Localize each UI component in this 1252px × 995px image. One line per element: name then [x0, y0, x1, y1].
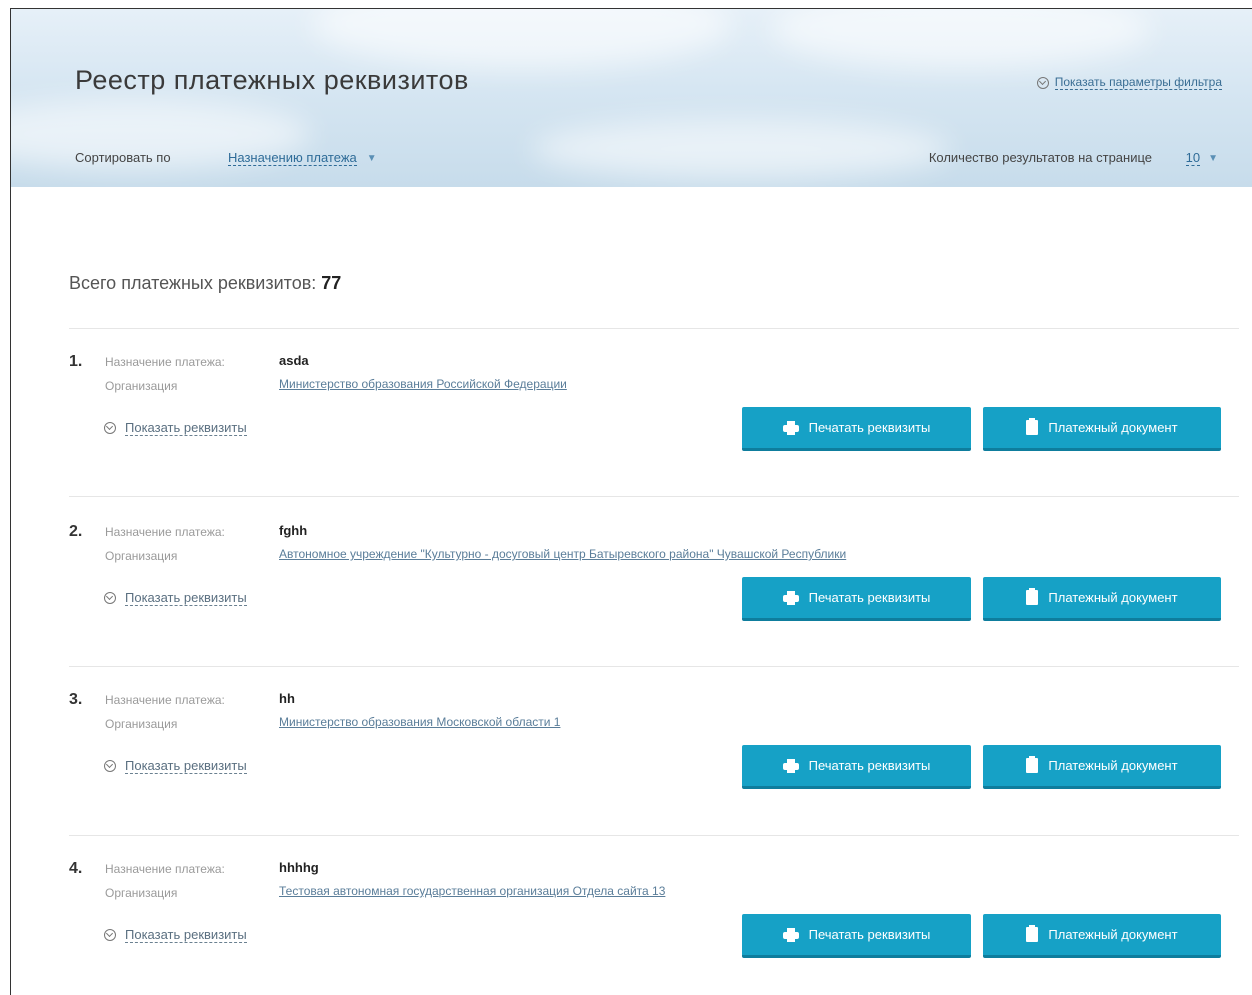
- purpose-label: Назначение платежа:: [105, 693, 225, 707]
- show-requisites-label: Показать реквизиты: [125, 927, 247, 943]
- show-requisites-toggle[interactable]: Показать реквизиты: [104, 927, 247, 943]
- page-frame: Реестр платежных реквизитов Показать пар…: [10, 8, 1252, 995]
- payment-document-button[interactable]: Платежный документ: [983, 407, 1221, 451]
- printer-icon: [782, 927, 799, 942]
- sort-label: Сортировать по: [75, 150, 171, 165]
- purpose-label: Назначение платежа:: [105, 862, 225, 876]
- sort-select[interactable]: Назначению платежа ▼: [228, 150, 377, 166]
- show-filter-label: Показать параметры фильтра: [1054, 75, 1222, 90]
- payment-document-button[interactable]: Платежный документ: [983, 577, 1221, 621]
- show-requisites-label: Показать реквизиты: [125, 590, 247, 606]
- payment-document-label: Платежный документ: [1048, 927, 1178, 942]
- payment-document-button[interactable]: Платежный документ: [983, 914, 1221, 958]
- list-item: 2. Назначение платежа: fghh Организация …: [11, 523, 1251, 683]
- organization-link[interactable]: Автономное учреждение "Культурно - досуг…: [279, 547, 846, 561]
- per-page-select[interactable]: 10 ▼: [1185, 150, 1218, 166]
- printer-icon: [782, 420, 799, 435]
- chevron-circle-icon: [104, 422, 116, 434]
- print-requisites-button[interactable]: Печатать реквизиты: [742, 407, 971, 451]
- payment-document-label: Платежный документ: [1048, 590, 1178, 605]
- show-requisites-label: Показать реквизиты: [125, 758, 247, 774]
- payment-document-label: Платежный документ: [1048, 758, 1178, 773]
- divider: [69, 496, 1239, 497]
- purpose-value: hhhhg: [279, 860, 319, 875]
- show-requisites-toggle[interactable]: Показать реквизиты: [104, 420, 247, 436]
- purpose-value: fghh: [279, 523, 308, 538]
- print-requisites-button[interactable]: Печатать реквизиты: [742, 745, 971, 789]
- print-requisites-label: Печатать реквизиты: [808, 927, 931, 942]
- header-banner: Реестр платежных реквизитов Показать пар…: [11, 9, 1252, 187]
- organization-link[interactable]: Министерство образования Российской Феде…: [279, 377, 567, 391]
- divider: [69, 666, 1239, 667]
- per-page-label: Количество результатов на странице: [928, 150, 1152, 165]
- payment-document-label: Платежный документ: [1048, 420, 1178, 435]
- item-number: 3.: [69, 691, 83, 708]
- print-requisites-label: Печатать реквизиты: [808, 758, 931, 773]
- total-value: 77: [321, 273, 342, 293]
- organization-link[interactable]: Тестовая автономная государственная орга…: [279, 884, 665, 898]
- purpose-value: asda: [279, 353, 309, 368]
- page-title: Реестр платежных реквизитов: [75, 65, 469, 95]
- divider: [69, 835, 1239, 836]
- list-item: 1. Назначение платежа: asda Организация …: [11, 353, 1251, 513]
- print-requisites-label: Печатать реквизиты: [808, 590, 931, 605]
- caret-down-icon: ▼: [366, 152, 377, 164]
- print-requisites-label: Печатать реквизиты: [808, 420, 931, 435]
- payment-document-button[interactable]: Платежный документ: [983, 745, 1221, 789]
- total-count: Всего платежных реквизитов: 77: [69, 273, 341, 294]
- show-requisites-label: Показать реквизиты: [125, 420, 247, 436]
- chevron-circle-icon: [1036, 76, 1049, 89]
- printer-icon: [782, 758, 799, 773]
- chevron-circle-icon: [104, 592, 116, 604]
- caret-down-icon: ▼: [1208, 152, 1218, 164]
- clipboard-icon: [1026, 925, 1039, 942]
- divider: [69, 328, 1239, 329]
- printer-icon: [782, 590, 799, 605]
- item-number: 2.: [69, 523, 83, 540]
- item-number: 4.: [69, 860, 83, 877]
- organization-label: Организация: [105, 549, 178, 563]
- clipboard-icon: [1026, 418, 1039, 435]
- list-item: 3. Назначение платежа: hh Организация Ми…: [11, 691, 1251, 851]
- show-filter-toggle[interactable]: Показать параметры фильтра: [1036, 75, 1222, 90]
- show-requisites-toggle[interactable]: Показать реквизиты: [104, 590, 247, 606]
- purpose-label: Назначение платежа:: [105, 355, 225, 369]
- organization-label: Организация: [105, 379, 178, 393]
- organization-link[interactable]: Министерство образования Московской обла…: [279, 715, 560, 729]
- clipboard-icon: [1026, 588, 1039, 605]
- show-requisites-toggle[interactable]: Показать реквизиты: [104, 758, 247, 774]
- item-number: 1.: [69, 353, 83, 370]
- sort-value: Назначению платежа: [228, 150, 357, 166]
- chevron-circle-icon: [104, 929, 116, 941]
- print-requisites-button[interactable]: Печатать реквизиты: [742, 577, 971, 621]
- organization-label: Организация: [105, 717, 178, 731]
- chevron-circle-icon: [104, 760, 116, 772]
- print-requisites-button[interactable]: Печатать реквизиты: [742, 914, 971, 958]
- clipboard-icon: [1026, 756, 1039, 773]
- organization-label: Организация: [105, 886, 178, 900]
- list-item: 4. Назначение платежа: hhhhg Организация…: [11, 860, 1251, 990]
- per-page-value: 10: [1185, 150, 1201, 166]
- purpose-value: hh: [279, 691, 295, 706]
- purpose-label: Назначение платежа:: [105, 525, 225, 539]
- total-label: Всего платежных реквизитов:: [69, 273, 317, 293]
